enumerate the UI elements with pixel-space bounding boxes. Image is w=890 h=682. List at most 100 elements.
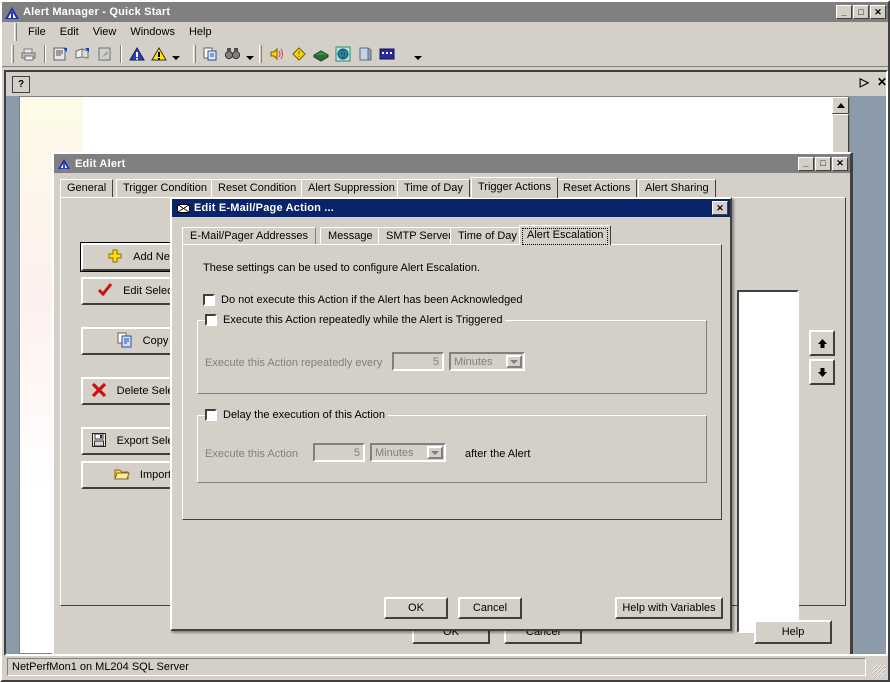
mdi-close-button[interactable]: ✕	[877, 75, 886, 89]
chevron-down-icon[interactable]	[427, 446, 443, 459]
toolbar-grip-3	[259, 44, 262, 63]
tab-time-of-day[interactable]: Time of Day	[450, 227, 525, 245]
envelope-icon	[177, 203, 190, 213]
maximize-button[interactable]: □	[853, 5, 869, 19]
mdi-client-area: ? ▷ ✕ » Online Manual For additional hel…	[4, 70, 888, 656]
close-button[interactable]: ✕	[832, 156, 848, 171]
tab-general[interactable]: General	[60, 179, 114, 198]
do-not-execute-if-acknowledged-label: Do not execute this Action if the Alert …	[221, 294, 523, 306]
repeat-interval-input[interactable]: 5	[392, 352, 444, 371]
diamond-icon[interactable]: !	[288, 43, 310, 64]
scroll-up-button[interactable]	[832, 97, 849, 114]
move-action-up-button[interactable]	[809, 330, 835, 356]
minimize-button[interactable]: _	[836, 5, 852, 19]
tab-reset-actions[interactable]: Reset Actions	[556, 179, 638, 198]
page-icon[interactable]	[354, 43, 376, 64]
help-doc-icon: ?	[12, 75, 30, 93]
minimize-button[interactable]: _	[798, 156, 814, 171]
tab-trigger-condition[interactable]: Trigger Condition	[116, 179, 214, 198]
blue-alert-icon[interactable]	[126, 43, 148, 64]
print-icon[interactable]	[18, 43, 40, 64]
move-action-down-button[interactable]	[809, 359, 835, 385]
email-dialog-cancel-button[interactable]: Cancel	[458, 597, 522, 619]
toolbar-overflow-icon[interactable]	[412, 44, 423, 64]
delay-amount-input[interactable]: 5	[313, 443, 365, 462]
find-icon[interactable]	[222, 43, 244, 64]
menu-help[interactable]: Help	[182, 24, 219, 40]
toolbar: !	[2, 41, 888, 67]
tab-smtp-server[interactable]: SMTP Server	[378, 227, 460, 245]
new-alert-icon[interactable]	[94, 43, 116, 64]
do-not-execute-if-acknowledged-checkbox[interactable]	[203, 294, 215, 306]
escalation-intro-text: These settings can be used to configure …	[203, 262, 480, 274]
edit-alert-icon[interactable]	[72, 43, 94, 64]
yellow-alert-icon[interactable]	[148, 43, 170, 64]
copy-icon[interactable]	[200, 43, 222, 64]
delay-execution-label: Delay the execution of this Action	[223, 409, 386, 421]
mdi-restore-button[interactable]: ▷	[860, 75, 869, 89]
delay-execution-row[interactable]: Delay the execution of this Action	[205, 409, 389, 421]
repeat-interval-unit-select[interactable]: Minutes	[449, 352, 525, 371]
app-titlebar: Alert Manager - Quick Start _ □ ✕	[2, 2, 888, 22]
alert-escalation-panel: These settings can be used to configure …	[182, 244, 722, 520]
arrow-down-icon	[817, 367, 827, 377]
menu-edit[interactable]: Edit	[53, 24, 86, 40]
tab-reset-condition[interactable]: Reset Condition	[211, 179, 304, 198]
execute-repeatedly-checkbox[interactable]	[205, 314, 217, 326]
tab-trigger-actions[interactable]: Trigger Actions	[471, 177, 558, 198]
email-dialog-tabstrip: E-Mail/Pager Addresses Message SMTP Serv…	[182, 225, 722, 245]
window-resize-grip[interactable]	[873, 665, 885, 677]
find-dropdown-icon[interactable]	[244, 44, 255, 64]
email-dialog-title: Edit E-Mail/Page Action ...	[194, 202, 335, 214]
toolbar-grip	[11, 44, 14, 63]
red-x-icon	[91, 382, 107, 401]
delay-unit-select[interactable]: Minutes	[370, 443, 446, 462]
close-button[interactable]: ✕	[712, 201, 728, 215]
tab-alert-suppression[interactable]: Alert Suppression	[301, 179, 402, 198]
statusbar: NetPerfMon1 on ML204 SQL Server	[4, 656, 888, 678]
execute-repeatedly-row[interactable]: Execute this Action repeatedly while the…	[205, 314, 506, 326]
tab-message-label: Message	[328, 230, 373, 242]
menu-grip	[14, 22, 17, 41]
edit-email-page-action-dialog: Edit E-Mail/Page Action ... ✕ E-Mail/Pag…	[170, 197, 732, 631]
network-icon[interactable]	[310, 43, 332, 64]
menu-file[interactable]: File	[21, 24, 53, 40]
console-icon[interactable]	[376, 43, 398, 64]
repeat-interval-label: Execute this Action repeatedly every	[205, 357, 383, 369]
edit-alert-window-controls: _ □ ✕	[798, 156, 848, 171]
chevron-down-icon[interactable]	[506, 355, 522, 368]
close-button[interactable]: ✕	[870, 5, 886, 19]
tab-alert-sharing[interactable]: Alert Sharing	[638, 179, 716, 198]
mdi-topbar: ? ▷ ✕	[6, 72, 886, 96]
status-text: NetPerfMon1 on ML204 SQL Server	[7, 658, 866, 676]
tab-time-of-day[interactable]: Time of Day	[397, 179, 470, 198]
tab-alert-escalation[interactable]: Alert Escalation	[519, 225, 612, 245]
application-window: Alert Manager - Quick Start _ □ ✕ File E…	[0, 0, 890, 682]
toolbar-separator-1	[44, 44, 46, 63]
email-dialog-ok-button[interactable]: OK	[384, 597, 448, 619]
tab-smtp-server-label: SMTP Server	[386, 230, 452, 242]
delay-execution-checkbox[interactable]	[205, 409, 217, 421]
edit-alert-help-button[interactable]: Help	[754, 620, 832, 644]
tab-message[interactable]: Message	[320, 227, 381, 245]
menu-windows[interactable]: Windows	[123, 24, 182, 40]
tab-email-pager-addresses[interactable]: E-Mail/Pager Addresses	[182, 227, 316, 245]
maximize-button[interactable]: □	[815, 156, 831, 171]
menubar: File Edit View Windows Help	[2, 22, 888, 41]
properties-icon[interactable]	[50, 43, 72, 64]
alert-dropdown-icon[interactable]	[170, 44, 181, 64]
help-with-variables-button[interactable]: Help with Variables	[615, 597, 723, 619]
sound-icon[interactable]	[266, 43, 288, 64]
do-not-execute-if-acknowledged-row[interactable]: Do not execute this Action if the Alert …	[203, 294, 526, 306]
svg-text:!: !	[298, 50, 300, 59]
menu-view[interactable]: View	[86, 24, 124, 40]
tab-email-pager-addresses-label: E-Mail/Pager Addresses	[190, 230, 308, 242]
copy-icon	[117, 332, 133, 351]
execute-repeatedly-label: Execute this Action repeatedly while the…	[223, 314, 503, 326]
action-list[interactable]	[737, 290, 799, 633]
alert-triangle-icon	[58, 158, 70, 170]
delay-amount-label: Execute this Action	[205, 448, 298, 460]
open-folder-icon	[114, 466, 130, 485]
web-icon[interactable]	[332, 43, 354, 64]
delay-suffix-label: after the Alert	[465, 448, 531, 460]
